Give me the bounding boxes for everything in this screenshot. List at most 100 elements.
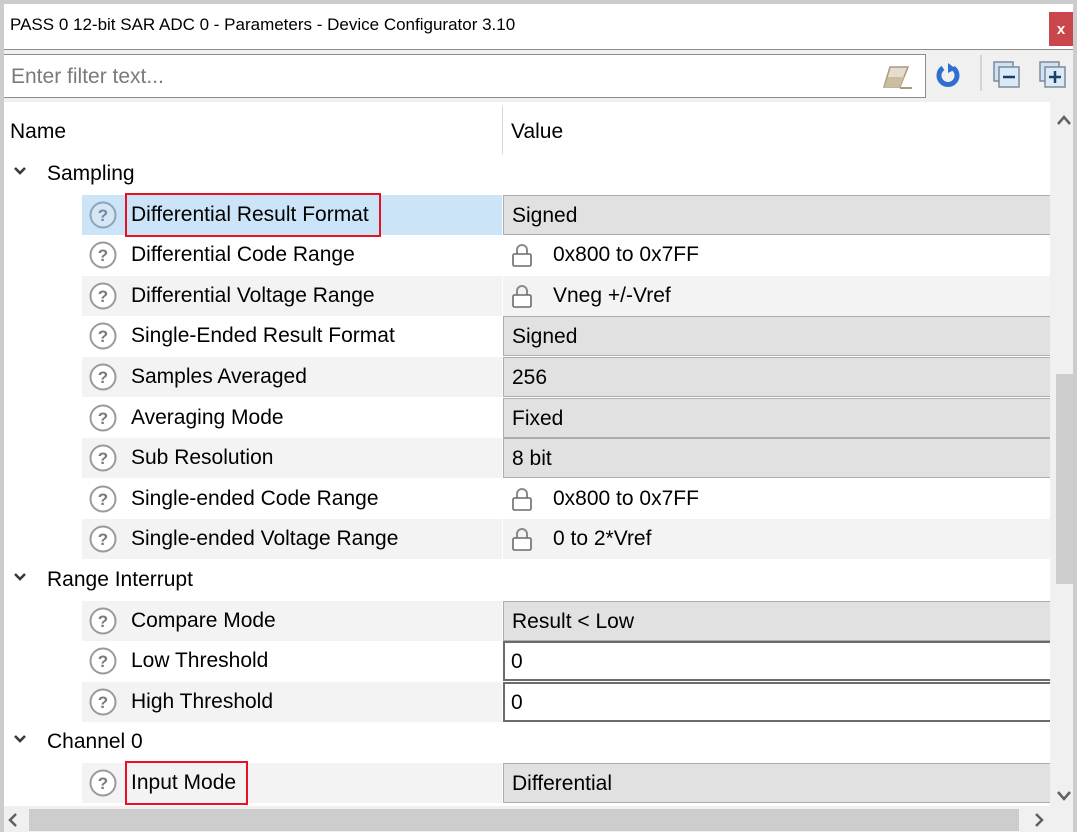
window-title: PASS 0 12-bit SAR ADC 0 - Parameters - D… [10, 15, 516, 34]
svg-text:?: ? [98, 530, 108, 549]
parameter-label: Differential Result Format [131, 202, 369, 226]
value-text: Signed [512, 203, 578, 227]
help-icon[interactable]: ? [88, 362, 118, 392]
name-cell[interactable]: ? Samples Averaged [82, 357, 502, 397]
value-text: 0x800 to 0x7FF [553, 243, 699, 267]
parameter-row[interactable]: ? Differential Result Format Signed [4, 192, 1050, 237]
parameter-label: Averaging Mode [131, 405, 284, 429]
readonly-value: 0x800 to 0x7FF [503, 235, 1050, 275]
parameter-row[interactable]: ? Input Mode Differential [4, 761, 1050, 805]
parameter-label: Compare Mode [131, 608, 276, 632]
parameter-row[interactable]: ? Samples Averaged 256 [4, 357, 1050, 397]
group-row[interactable]: Sampling [4, 154, 1050, 194]
help-icon[interactable]: ? [88, 281, 118, 311]
value-dropdown[interactable]: Result < Low [503, 600, 1050, 641]
value-input[interactable]: 0 [503, 641, 1050, 682]
parameter-label: Single-ended Code Range [131, 486, 379, 510]
chevron-down-icon[interactable] [12, 569, 28, 585]
help-icon[interactable]: ? [88, 484, 118, 514]
name-cell[interactable]: ? Single-ended Voltage Range [82, 519, 502, 560]
filter-input[interactable] [9, 60, 873, 94]
close-button[interactable]: x [1049, 12, 1073, 46]
help-icon[interactable]: ? [88, 606, 118, 636]
help-icon[interactable]: ? [88, 443, 118, 473]
value-text: Vneg +/-Vref [553, 283, 671, 307]
value-dropdown[interactable]: 8 bit [503, 438, 1050, 479]
help-icon[interactable]: ? [88, 768, 118, 798]
parameter-label: Differential Code Range [131, 243, 355, 267]
parameter-row[interactable]: ? Single-Ended Result Format Signed [4, 316, 1050, 357]
chevron-down-icon[interactable] [12, 731, 28, 747]
chevron-down-icon[interactable] [12, 163, 28, 179]
column-header-name[interactable]: Name [10, 120, 66, 144]
name-cell[interactable]: ? Averaging Mode [82, 398, 502, 438]
value-input[interactable]: 0 [503, 681, 1050, 722]
collapse-all-icon[interactable] [993, 61, 1021, 89]
group-label: Channel 0 [47, 730, 143, 754]
toolbar [4, 49, 1073, 103]
scroll-up-arrow-icon[interactable] [1056, 114, 1072, 126]
group-row[interactable]: Channel 0 [4, 722, 1050, 762]
parameter-row[interactable]: ? Low Threshold 0 [4, 641, 1050, 682]
parameter-row[interactable]: ? Averaging Mode Fixed [4, 397, 1050, 438]
vertical-scroll-thumb[interactable] [1056, 374, 1073, 584]
parameter-row[interactable]: ? Differential Code Range 0x800 to 0x7FF [4, 235, 1050, 275]
parameter-label: Single-ended Voltage Range [131, 527, 399, 551]
help-icon[interactable]: ? [88, 403, 118, 433]
help-icon[interactable]: ? [88, 321, 118, 351]
name-cell[interactable]: ? Differential Result Format [82, 194, 502, 235]
name-cell[interactable]: ? Single-ended Code Range [82, 479, 502, 519]
value-dropdown[interactable]: Fixed [503, 397, 1050, 438]
eraser-icon[interactable] [880, 63, 914, 91]
group-row[interactable]: Range Interrupt [4, 560, 1050, 600]
name-cell[interactable]: ? Single-Ended Result Format [82, 316, 502, 356]
column-header-value[interactable]: Value [511, 120, 563, 144]
parameter-row[interactable]: ? Compare Mode Result < Low [4, 600, 1050, 641]
column-divider[interactable] [502, 106, 503, 154]
toolbar-separator [980, 55, 982, 91]
readonly-value: 0x800 to 0x7FF [503, 479, 1050, 519]
name-cell[interactable]: ? High Threshold [82, 681, 502, 722]
group-label: Range Interrupt [47, 568, 193, 591]
horizontal-scroll-thumb[interactable] [29, 809, 1019, 831]
help-icon[interactable]: ? [88, 687, 118, 717]
help-icon[interactable]: ? [88, 200, 118, 230]
name-cell[interactable]: ? Compare Mode [82, 600, 502, 641]
parameter-row[interactable]: ? Single-ended Code Range 0x800 to 0x7FF [4, 479, 1050, 519]
help-icon[interactable]: ? [88, 646, 118, 676]
value-text: 8 bit [512, 447, 552, 471]
expand-all-icon[interactable] [1039, 61, 1067, 89]
help-icon[interactable]: ? [88, 240, 118, 270]
value-dropdown[interactable]: Signed [503, 316, 1050, 357]
vertical-scrollbar[interactable] [1050, 102, 1073, 806]
value-text: 0 [511, 690, 523, 714]
readonly-value: 0 to 2*Vref [503, 519, 1050, 560]
parameter-row[interactable]: ? Single-ended Voltage Range 0 to 2*Vref [4, 519, 1050, 560]
name-cell[interactable]: ? Differential Code Range [82, 235, 502, 275]
name-cell[interactable]: ? Input Mode [82, 763, 502, 803]
svg-text:?: ? [98, 206, 108, 225]
svg-text:?: ? [98, 693, 108, 712]
parameter-row[interactable]: ? High Threshold 0 [4, 681, 1050, 722]
svg-text:?: ? [98, 287, 108, 306]
value-dropdown[interactable]: Differential [503, 763, 1050, 803]
help-icon[interactable]: ? [88, 524, 118, 554]
horizontal-scrollbar[interactable] [4, 806, 1073, 832]
scroll-down-arrow-icon[interactable] [1056, 790, 1072, 802]
name-cell[interactable]: ? Sub Resolution [82, 438, 502, 479]
name-cell[interactable]: ? Differential Voltage Range [82, 275, 502, 316]
scroll-left-arrow-icon[interactable] [6, 812, 20, 828]
value-text: 0x800 to 0x7FF [553, 486, 699, 510]
value-text: Fixed [512, 406, 564, 430]
value-text: 256 [512, 366, 548, 389]
parameter-row[interactable]: ? Differential Voltage Range Vneg +/-Vre… [4, 275, 1050, 316]
value-dropdown[interactable]: 256 [503, 357, 1050, 397]
parameter-label: Input Mode [131, 771, 237, 794]
name-cell[interactable]: ? Low Threshold [82, 641, 502, 681]
value-dropdown[interactable]: Signed [503, 194, 1050, 235]
parameter-row[interactable]: ? Sub Resolution 8 bit [4, 438, 1050, 479]
svg-text:?: ? [98, 490, 108, 509]
scroll-right-arrow-icon[interactable] [1032, 812, 1046, 828]
refresh-icon[interactable] [934, 61, 962, 89]
parameter-label: Differential Voltage Range [131, 283, 375, 307]
